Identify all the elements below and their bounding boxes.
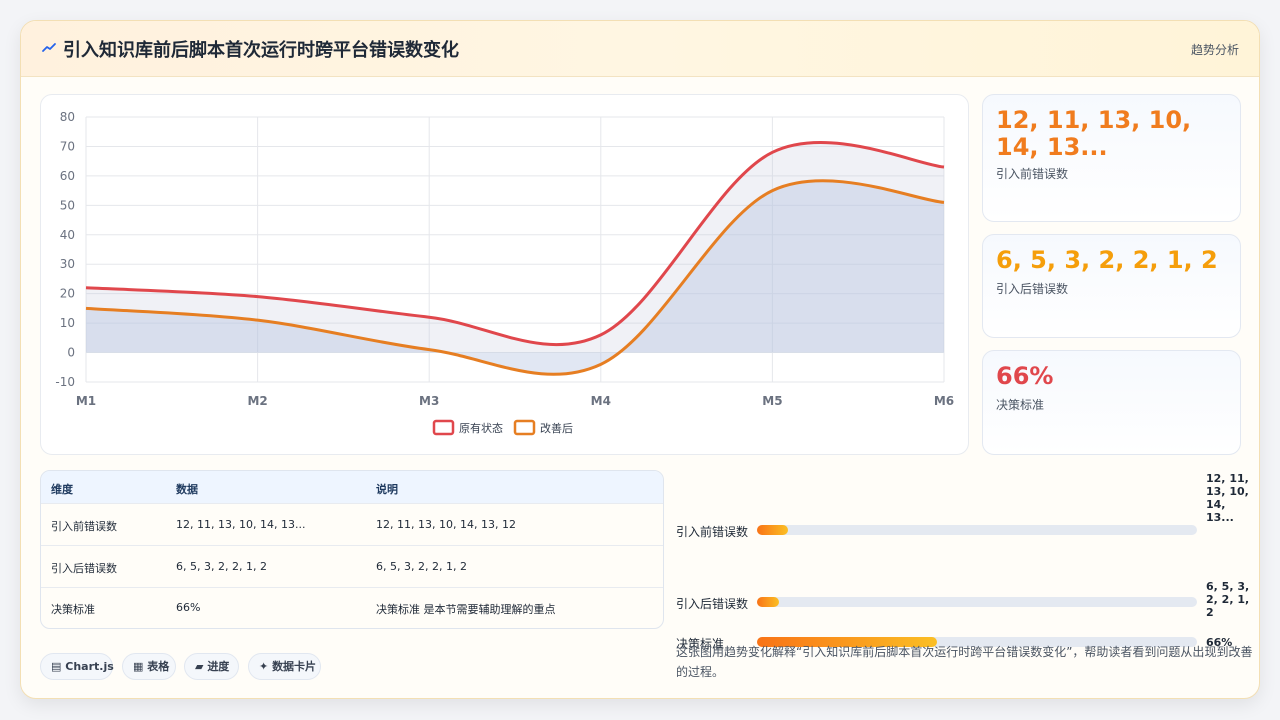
x-tick-label: M5	[762, 394, 782, 408]
table-cell: 12, 11, 13, 10, 14, 13, 12	[376, 518, 516, 531]
chip-progress[interactable]: ▰ 进度	[184, 653, 239, 680]
stat-label: 引入后错误数	[996, 282, 1069, 296]
table-row: 引入后错误数 6, 5, 3, 2, 2, 1, 2 6, 5, 3, 2, 2…	[41, 546, 663, 588]
y-tick-label: 70	[60, 139, 75, 153]
y-tick-label: 0	[67, 346, 75, 360]
bar-chart-icon: ▤	[51, 660, 62, 673]
table-cell: 6, 5, 3, 2, 2, 1, 2	[376, 560, 467, 573]
chip-label: 进度	[207, 660, 230, 673]
data-table: 维度 数据 说明 引入前错误数 12, 11, 13, 10, 14, 13..…	[40, 470, 664, 629]
table-cell: 66%	[176, 601, 201, 614]
y-tick-label: 20	[60, 287, 75, 301]
y-tick-label: 60	[60, 169, 75, 183]
x-tick-label: M1	[76, 394, 96, 408]
table-cell: 6, 5, 3, 2, 2, 1, 2	[176, 560, 267, 573]
progress-label: 引入后错误数	[676, 597, 749, 611]
chip-label: 表格	[147, 660, 170, 673]
y-tick-label: 50	[60, 198, 75, 212]
y-tick-label: 30	[60, 257, 75, 271]
progress-icon: ▰	[195, 660, 204, 673]
legend-label: 原有状态	[459, 421, 503, 435]
table-header-cell: 数据	[176, 483, 198, 496]
trend-icon	[42, 43, 56, 52]
x-tick-label: M4	[591, 394, 611, 408]
sparkle-icon: ✦	[259, 660, 269, 673]
x-tick-label: M2	[247, 394, 267, 408]
table-cell: 决策标准 是本节需要辅助理解的重点	[376, 603, 556, 616]
progress-fill	[757, 525, 788, 535]
table-header-row: 维度 数据 说明	[41, 471, 663, 504]
y-tick-label: 10	[60, 316, 75, 330]
x-tick-label: M6	[934, 394, 954, 408]
chip-chartjs[interactable]: ▤ Chart.js	[40, 653, 114, 680]
stat-card-after: 6, 5, 3, 2, 2, 1, 2 引入后错误数	[982, 234, 1241, 338]
legend-label: 改善后	[540, 421, 573, 435]
chart-description: 这张图用趋势变化解释“引入知识库前后脚本首次运行时跨平台错误数变化”，帮助读者看…	[676, 645, 1253, 679]
table-cell: 12, 11, 13, 10, 14, 13...	[176, 518, 306, 531]
y-tick-label: 80	[60, 110, 75, 124]
progress-track	[757, 525, 1197, 535]
chip-table[interactable]: ▦ 表格	[122, 653, 176, 680]
table-header-cell: 维度	[51, 483, 73, 496]
progress-fill	[757, 597, 779, 607]
stat-label: 引入前错误数	[996, 167, 1069, 181]
table-row: 决策标准 66% 决策标准 是本节需要辅助理解的重点	[41, 588, 663, 628]
stat-value: 12, 11, 13, 10, 14, 13...	[996, 106, 1192, 161]
progress-label: 引入前错误数	[676, 525, 749, 539]
table-header-cell: 说明	[376, 483, 398, 496]
legend-swatch	[432, 419, 455, 436]
progress-value: 12, 11, 13, 10, 14, 13...	[1206, 472, 1249, 524]
progress-track	[757, 597, 1197, 607]
main-card: 引入知识库前后脚本首次运行时跨平台错误数变化 趋势分析 -10 0 10 20 30 40…	[20, 20, 1260, 699]
table-cell: 引入后错误数	[51, 562, 117, 575]
table-icon: ▦	[133, 660, 144, 673]
legend-swatch	[513, 419, 536, 436]
chip-label: 数据卡片	[272, 660, 317, 673]
stat-value: 66%	[996, 362, 1054, 390]
page-title: 引入知识库前后脚本首次运行时跨平台错误数变化	[63, 40, 459, 61]
line-chart: -10 0 10 20 30 40 50 60 70 80 M1 M2 M3 M4 M5 M6 原有状态 改善后	[55, 110, 954, 436]
y-tick-label: 40	[60, 228, 75, 242]
table-cell: 引入前错误数	[51, 520, 117, 533]
table-cell: 决策标准	[51, 603, 95, 616]
stat-card-before: 12, 11, 13, 10, 14, 13... 引入前错误数	[982, 94, 1241, 222]
card-header: 引入知识库前后脚本首次运行时跨平台错误数变化 趋势分析	[21, 21, 1259, 77]
header-tag: 趋势分析	[1190, 43, 1239, 57]
table-row: 引入前错误数 12, 11, 13, 10, 14, 13... 12, 11,…	[41, 504, 663, 546]
stat-card-standard: 66% 决策标准	[982, 350, 1241, 455]
progress-value: 6, 5, 3, 2, 2, 1, 2	[1206, 580, 1250, 619]
stat-label: 决策标准	[996, 398, 1045, 412]
x-tick-label: M3	[419, 394, 439, 408]
y-tick-label: -10	[55, 375, 75, 389]
chart-panel: -10 0 10 20 30 40 50 60 70 80 M1 M2 M3 M4 M5 M6 原有状态 改善后	[40, 94, 969, 455]
chip-label: Chart.js	[65, 660, 114, 673]
stat-value: 6, 5, 3, 2, 2, 1, 2	[996, 246, 1218, 274]
chip-data-card[interactable]: ✦ 数据卡片	[248, 653, 321, 680]
